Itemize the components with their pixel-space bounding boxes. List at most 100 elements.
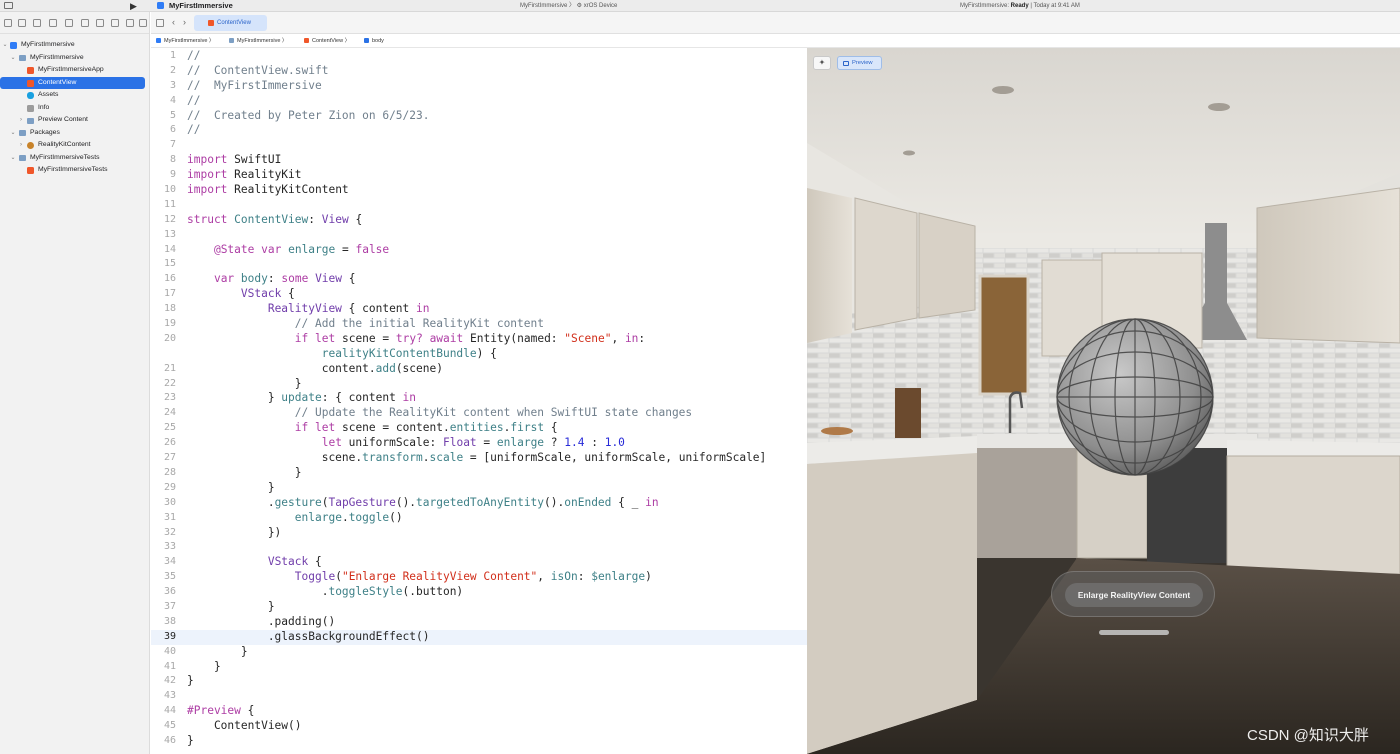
code-token: {: [342, 272, 356, 286]
code-line[interactable]: 12 struct ContentView: View {: [151, 213, 807, 228]
pin-preview-button[interactable]: ✦: [813, 56, 831, 70]
enlarge-toggle-button[interactable]: Enlarge RealityView Content: [1065, 583, 1203, 607]
bookmark-icon[interactable]: [33, 19, 41, 27]
tab-contentview[interactable]: ContentView: [194, 15, 267, 31]
disclosure-open-icon[interactable]: ⌄: [2, 39, 8, 52]
breakpoint-navigator-icon[interactable]: [126, 19, 134, 27]
code-line[interactable]: 9 import RealityKit: [151, 168, 807, 183]
code-line[interactable]: 20 if let scene = try? await Entity(name…: [151, 332, 807, 347]
disclosure-closed-icon[interactable]: ›: [18, 139, 24, 152]
code-line[interactable]: 42}: [151, 674, 807, 689]
disclosure-open-icon[interactable]: ⌄: [10, 152, 16, 165]
code-token: //: [187, 93, 201, 107]
project-navigator-icon[interactable]: [4, 19, 12, 27]
code-line[interactable]: 28 }: [151, 466, 807, 481]
source-editor[interactable]: 1 // 2 // ContentView.swift 3 // MyFirstImmer…: [151, 48, 807, 754]
tree-item-group[interactable]: ⌄ MyFirstImmersive: [0, 52, 150, 65]
code-line[interactable]: 33: [151, 540, 807, 555]
code-token: if: [294, 421, 309, 435]
code-token: // MyFirstImmersive: [187, 78, 322, 92]
code-line[interactable]: 40 }: [151, 645, 807, 660]
code-line[interactable]: 4 //: [151, 94, 807, 109]
line-number: 36: [163, 586, 176, 598]
code-line[interactable]: 5 // Created by Peter Zion on 6/5/23.: [151, 109, 807, 124]
preview-canvas[interactable]: ✦ Preview Enlarge RealityView Content CS…: [807, 48, 1400, 754]
line-number: 11: [163, 198, 176, 210]
code-line[interactable]: 16 var body: some View {: [151, 272, 807, 287]
code-line[interactable]: 27 scene.transform.scale = [uniformScale…: [151, 451, 807, 466]
breadcrumb-item[interactable]: MyFirstImmersive 〉: [156, 34, 214, 48]
forward-icon[interactable]: ›: [183, 17, 186, 27]
tree-item-info[interactable]: Info: [0, 102, 150, 115]
code-line[interactable]: 46}: [151, 734, 807, 749]
code-line[interactable]: 10 import RealityKitContent: [151, 183, 807, 198]
code-line[interactable]: 44 #Preview {: [151, 704, 807, 719]
code-line[interactable]: 45 ContentView(): [151, 719, 807, 734]
code-line[interactable]: 26 let uniformScale: Float = enlarge ? 1…: [151, 436, 807, 451]
disclosure-open-icon[interactable]: ⌄: [10, 52, 16, 65]
code-line[interactable]: 41 }: [151, 660, 807, 675]
code-line[interactable]: 8 import SwiftUI: [151, 153, 807, 168]
code-line[interactable]: 6 //: [151, 123, 807, 138]
tree-item-group[interactable]: ⌄ MyFirstImmersiveTests: [0, 152, 150, 165]
breadcrumb-item[interactable]: body: [364, 34, 384, 48]
disclosure-closed-icon[interactable]: ›: [18, 114, 24, 127]
code-line[interactable]: 22 }: [151, 377, 807, 392]
code-line[interactable]: 1 //: [151, 49, 807, 64]
issue-navigator-icon[interactable]: [81, 19, 89, 27]
code-line[interactable]: 21 content.add(scene): [151, 362, 807, 377]
run-button[interactable]: ▶: [130, 1, 140, 11]
code-line[interactable]: 3 // MyFirstImmersive: [151, 79, 807, 94]
sidebar-toggle-icon[interactable]: [4, 1, 16, 11]
window-grabber-bar[interactable]: [1099, 630, 1169, 635]
editor-grid-icon[interactable]: [156, 19, 164, 27]
code-line[interactable]: 31 enlarge.toggle(): [151, 511, 807, 526]
code-line[interactable]: 23 } update: { content in: [151, 391, 807, 406]
breadcrumb-item[interactable]: MyFirstImmersive 〉: [229, 34, 287, 48]
test-navigator-icon[interactable]: [96, 19, 104, 27]
code-line[interactable]: 35 Toggle("Enlarge RealityView Content",…: [151, 570, 807, 585]
scheme-selector[interactable]: MyFirstImmersive 〉 ⚙ xrOS Device: [520, 1, 617, 11]
preview-mode-button[interactable]: Preview: [837, 56, 882, 70]
code-line[interactable]: 39 .glassBackgroundEffect(): [151, 629, 807, 645]
tree-item-assets[interactable]: Assets: [0, 89, 150, 102]
back-icon[interactable]: ‹: [172, 17, 175, 27]
breadcrumb-label: MyFirstImmersive: [237, 38, 281, 44]
code-line[interactable]: 14 @State var enlarge = false: [151, 243, 807, 258]
code-line[interactable]: 13: [151, 228, 807, 243]
tree-item-project[interactable]: ⌄ MyFirstImmersive: [0, 39, 150, 52]
code-line[interactable]: 11: [151, 198, 807, 213]
code-line[interactable]: 19 // Add the initial RealityKit content: [151, 317, 807, 332]
tree-item-group[interactable]: ⌄ Packages: [0, 127, 150, 140]
find-navigator-icon[interactable]: [65, 19, 73, 27]
code-line[interactable]: 36 .toggleStyle(.button): [151, 585, 807, 600]
source-control-icon[interactable]: [18, 19, 26, 27]
line-number: 17: [163, 288, 176, 300]
code-line[interactable]: 7: [151, 138, 807, 153]
tree-item-package[interactable]: › RealityKitContent: [0, 139, 150, 152]
code-line[interactable]: 15: [151, 257, 807, 272]
code-line[interactable]: realityKitContentBundle) {: [151, 347, 807, 362]
code-line[interactable]: 2 // ContentView.swift: [151, 64, 807, 79]
code-line[interactable]: 25 if let scene = content.entities.first…: [151, 421, 807, 436]
tree-item-file[interactable]: MyFirstImmersiveTests: [0, 164, 150, 177]
report-navigator-icon[interactable]: [139, 19, 147, 27]
code-line[interactable]: 38 .padding(): [151, 615, 807, 630]
tree-item-group[interactable]: › Preview Content: [0, 114, 150, 127]
code-line[interactable]: 30 .gesture(TapGesture().targetedToAnyEn…: [151, 496, 807, 511]
tree-item-file[interactable]: MyFirstImmersiveApp: [0, 64, 150, 77]
code-line[interactable]: 43: [151, 689, 807, 704]
disclosure-open-icon[interactable]: ⌄: [10, 127, 16, 140]
debug-navigator-icon[interactable]: [111, 19, 119, 27]
code-line[interactable]: 37 }: [151, 600, 807, 615]
breadcrumb-item[interactable]: ContentView 〉: [304, 34, 350, 48]
tree-item-file-selected[interactable]: ContentView: [0, 76, 145, 89]
code-line[interactable]: 29 }: [151, 481, 807, 496]
code-line[interactable]: 24 // Update the RealityKit content when…: [151, 406, 807, 421]
code-line[interactable]: 34 VStack {: [151, 555, 807, 570]
symbol-navigator-icon[interactable]: [49, 19, 57, 27]
code-line[interactable]: 18 RealityView { content in: [151, 302, 807, 317]
code-line[interactable]: 17 VStack {: [151, 287, 807, 302]
code-line[interactable]: 32 }): [151, 526, 807, 541]
